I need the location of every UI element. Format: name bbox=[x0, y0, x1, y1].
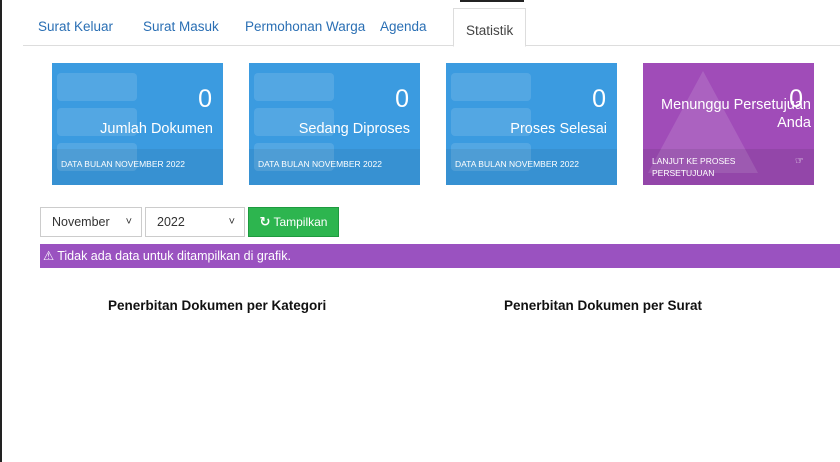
stat-label: Menunggu Persetujuan Anda bbox=[661, 97, 811, 131]
stat-card-proses-selesai: 0 Proses Selesai DATA BULAN NOVEMBER 202… bbox=[446, 63, 617, 185]
year-select[interactable]: 2022 ˅ bbox=[145, 207, 245, 237]
stat-footer: DATA BULAN NOVEMBER 2022 bbox=[446, 149, 617, 185]
stat-card-sedang-diproses: 0 Sedang Diproses DATA BULAN NOVEMBER 20… bbox=[249, 63, 420, 185]
window-edge-left bbox=[0, 0, 2, 462]
stat-card-menunggu-persetujuan[interactable]: 0 Menunggu Persetujuan Anda LANJUT KE PR… bbox=[643, 63, 814, 185]
warning-icon: ⚠ bbox=[43, 249, 55, 263]
stat-card-jumlah-dokumen: 0 Jumlah Dokumen DATA BULAN NOVEMBER 202… bbox=[52, 63, 223, 185]
tab-surat-masuk[interactable]: Surat Masuk bbox=[143, 8, 219, 46]
chart-title-kategori: Penerbitan Dokumen per Kategori bbox=[108, 298, 327, 313]
show-button[interactable]: ↻ Tampilkan bbox=[248, 207, 339, 237]
chevron-down-icon: ˅ bbox=[228, 216, 235, 228]
window-edge-top bbox=[460, 0, 524, 2]
hand-pointer-icon: ☞ bbox=[795, 156, 804, 167]
alert-text: Tidak ada data untuk ditampilkan di graf… bbox=[57, 249, 291, 263]
tab-agenda[interactable]: Agenda bbox=[380, 8, 427, 46]
tab-statistik[interactable]: Statistik bbox=[453, 8, 527, 47]
stat-label: Sedang Diproses bbox=[298, 121, 410, 137]
month-select-value: November bbox=[52, 215, 110, 229]
tab-bar: Surat Keluar Surat Masuk Permohonan Warg… bbox=[23, 8, 840, 47]
year-select-value: 2022 bbox=[157, 215, 185, 229]
chart-title-surat: Penerbitan Dokumen per Surat bbox=[504, 298, 703, 313]
stat-value: 0 bbox=[592, 85, 606, 113]
tab-permohonan-warga[interactable]: Permohonan Warga bbox=[245, 8, 365, 46]
stat-label: Jumlah Dokumen bbox=[100, 121, 213, 137]
chevron-down-icon: ˅ bbox=[125, 216, 132, 228]
stat-label: Proses Selesai bbox=[510, 121, 607, 137]
stat-value: 0 bbox=[198, 85, 212, 113]
stat-value: 0 bbox=[395, 85, 409, 113]
stat-footer-text: LANJUT KE PROSES PERSETUJUAN bbox=[652, 156, 736, 178]
stat-footer-link[interactable]: LANJUT KE PROSES PERSETUJUAN ☞ bbox=[643, 149, 814, 185]
no-data-alert: ⚠ Tidak ada data untuk ditampilkan di gra… bbox=[40, 244, 840, 268]
stat-footer: DATA BULAN NOVEMBER 2022 bbox=[52, 149, 223, 185]
show-button-label: Tampilkan bbox=[273, 215, 328, 229]
tab-surat-keluar[interactable]: Surat Keluar bbox=[38, 8, 113, 46]
refresh-icon: ↻ bbox=[259, 214, 271, 229]
month-select[interactable]: November ˅ bbox=[40, 207, 142, 237]
stat-footer: DATA BULAN NOVEMBER 2022 bbox=[249, 149, 420, 185]
